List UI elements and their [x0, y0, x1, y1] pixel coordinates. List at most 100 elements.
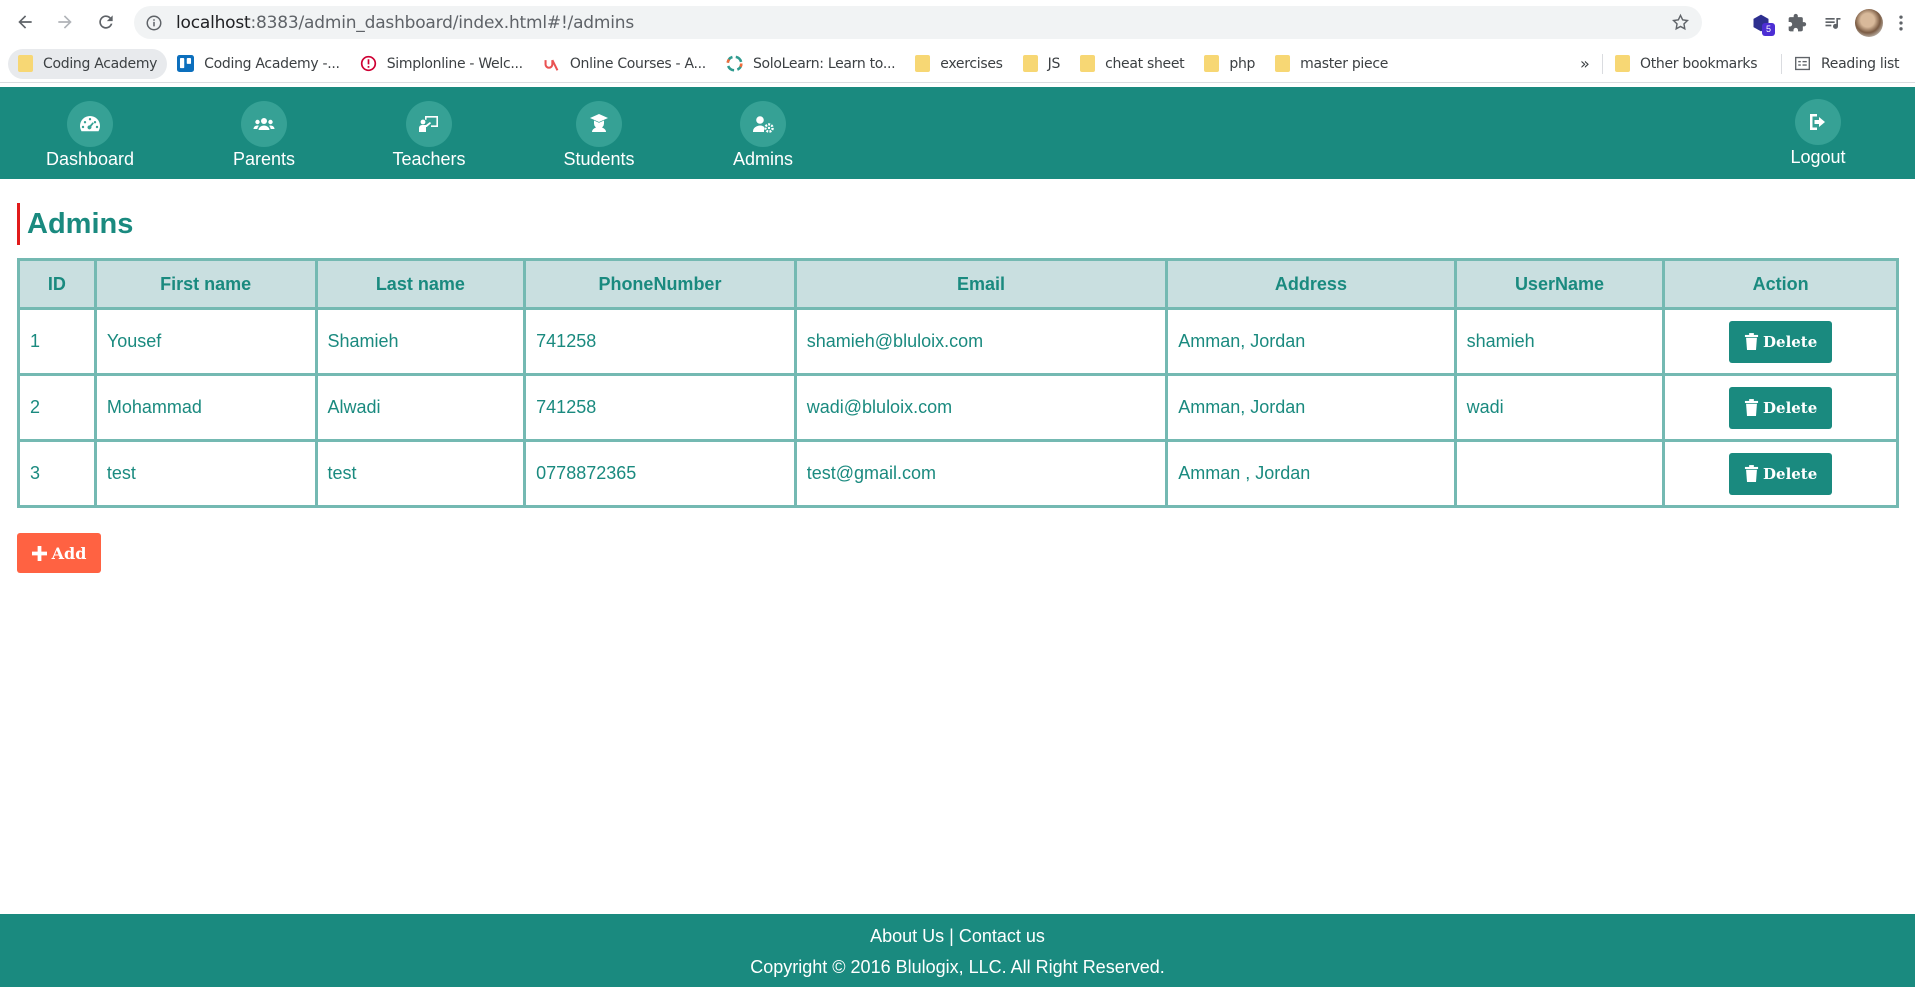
- footer: About Us | Contact us Copyright © 2016 B…: [0, 914, 1915, 987]
- add-label: Add: [51, 543, 87, 563]
- cell-address: Amman, Jordan: [1165, 373, 1457, 442]
- folder-icon: [1022, 55, 1038, 72]
- delete-button[interactable]: Delete: [1729, 452, 1833, 495]
- sololearn-icon: [726, 55, 743, 72]
- footer-links: About Us | Contact us: [0, 926, 1915, 947]
- nav-icon-circle: [241, 101, 287, 147]
- bookmark-item[interactable]: Online Courses - A...: [533, 49, 716, 79]
- column-header: Last name: [314, 258, 527, 310]
- media-control-button[interactable]: [1815, 5, 1851, 41]
- kebab-menu-icon: [1899, 15, 1903, 31]
- reload-button[interactable]: [91, 7, 121, 37]
- folder-icon: [915, 55, 931, 72]
- bookmark-item[interactable]: Coding Academy: [8, 48, 168, 79]
- folder-icon: [1204, 55, 1220, 72]
- logout-button[interactable]: Logout: [1768, 87, 1868, 179]
- nav-item-parents[interactable]: Parents: [214, 87, 314, 179]
- bookmarks-divider: [1781, 53, 1782, 74]
- nav-icon-circle: [406, 101, 452, 147]
- nav-icon-circle: [576, 101, 622, 147]
- about-us-link[interactable]: About Us: [870, 926, 944, 946]
- nav-item-dashboard[interactable]: Dashboard: [40, 87, 140, 179]
- nav-item-students[interactable]: Students: [549, 87, 649, 179]
- reading-list-button[interactable]: Reading list: [1784, 49, 1909, 79]
- add-button[interactable]: Add: [17, 533, 101, 573]
- extensions-menu-button[interactable]: [1779, 5, 1815, 41]
- bookmark-label: JS: [1047, 55, 1061, 72]
- puzzle-icon: [1788, 13, 1807, 32]
- plus-icon: [31, 545, 47, 561]
- info-icon[interactable]: [145, 14, 163, 32]
- avatar: [1855, 9, 1883, 37]
- bookmark-item[interactable]: JS: [1013, 49, 1070, 79]
- bookmark-item[interactable]: Coding Academy -...: [167, 49, 350, 79]
- bookmark-item[interactable]: exercises: [905, 49, 1012, 79]
- trash-icon: [1744, 465, 1759, 482]
- more-bookmarks-button[interactable]: »: [1570, 49, 1600, 79]
- cell-email: shamieh@bluloix.com: [793, 307, 1169, 376]
- top-navigation: Dashboard Parents Teachers Students Admi…: [0, 87, 1915, 179]
- cell-last-name: test: [314, 439, 527, 508]
- users-icon: [253, 118, 275, 130]
- sign-out-icon: [1810, 114, 1825, 130]
- folder-icon: [1275, 55, 1291, 72]
- delete-label: Delete: [1763, 332, 1818, 351]
- trash-icon: [1744, 333, 1759, 350]
- column-header: Address: [1165, 258, 1457, 310]
- cell-phone: 741258: [523, 307, 797, 376]
- nav-item-admins[interactable]: Admins: [713, 87, 813, 179]
- cell-last-name: Shamieh: [314, 307, 527, 376]
- nav-label: Teachers: [392, 149, 466, 169]
- cell-last-name: Alwadi: [314, 373, 527, 442]
- forward-button[interactable]: [50, 7, 80, 37]
- contact-us-link[interactable]: Contact us: [959, 926, 1045, 946]
- chevron-double-right-icon: »: [1580, 54, 1590, 73]
- user-cog-icon: [752, 116, 774, 133]
- trello-icon: [177, 55, 195, 72]
- browser-menu-button[interactable]: [1887, 5, 1915, 41]
- bookmark-item[interactable]: SoloLearn: Learn to...: [716, 49, 905, 79]
- bookmark-label: Other bookmarks: [1640, 55, 1758, 72]
- playlist-icon: [1825, 18, 1841, 29]
- cell-email: test@gmail.com: [793, 439, 1169, 508]
- cell-first-name: test: [93, 439, 318, 508]
- bookmark-label: master piece: [1300, 55, 1389, 72]
- delete-button[interactable]: Delete: [1729, 386, 1833, 429]
- column-header: PhoneNumber: [523, 258, 797, 310]
- profile-button[interactable]: [1851, 5, 1887, 41]
- folder-icon: [1615, 55, 1630, 72]
- bookmark-item[interactable]: master piece: [1265, 49, 1398, 79]
- bookmark-label: Reading list: [1821, 55, 1900, 72]
- column-header: ID: [17, 258, 97, 310]
- bookmark-item[interactable]: cheat sheet: [1070, 49, 1194, 79]
- delete-button[interactable]: Delete: [1729, 320, 1833, 363]
- bookmark-label: exercises: [940, 55, 1003, 72]
- bookmark-item[interactable]: php: [1194, 49, 1265, 79]
- bookmark-label: Simplonline - Welc...: [386, 55, 523, 72]
- nav-item-teachers[interactable]: Teachers: [379, 87, 479, 179]
- extension-button[interactable]: 5: [1743, 5, 1779, 41]
- bookmark-star-icon[interactable]: [1671, 13, 1690, 32]
- delete-label: Delete: [1763, 464, 1818, 483]
- graduate-icon: [590, 114, 608, 132]
- nav-label: Parents: [232, 149, 296, 169]
- dashboard-icon: [80, 116, 100, 132]
- bookmark-label: SoloLearn: Learn to...: [752, 55, 896, 72]
- cell-phone: 0778872365: [523, 439, 797, 508]
- other-bookmarks-folder[interactable]: Other bookmarks: [1605, 49, 1767, 79]
- nav-icon-circle: [1795, 99, 1841, 145]
- bookmark-label: Coding Academy -...: [204, 55, 340, 72]
- folder-icon: [18, 55, 33, 72]
- cell-action: Delete: [1662, 439, 1899, 508]
- bookmark-item[interactable]: Simplonline - Welc...: [350, 49, 533, 79]
- cell-id: 3: [17, 439, 97, 508]
- extensions-area: 5: [1743, 5, 1915, 41]
- nav-label: Logout: [1790, 147, 1846, 167]
- admins-table: ID First name Last name PhoneNumber Emai…: [17, 258, 1899, 508]
- copyright-text: Copyright © 2016 Blulogix, LLC. All Righ…: [750, 957, 1165, 977]
- address-bar[interactable]: localhost:8383/admin_dashboard/index.htm…: [134, 6, 1702, 39]
- table-row: 3 test test 0778872365 test@gmail.com Am…: [17, 439, 1899, 508]
- cell-username: wadi: [1453, 373, 1666, 442]
- back-button[interactable]: [10, 7, 40, 37]
- bookmarks-bar: Coding Academy Coding Academy -... Simpl…: [0, 45, 1915, 83]
